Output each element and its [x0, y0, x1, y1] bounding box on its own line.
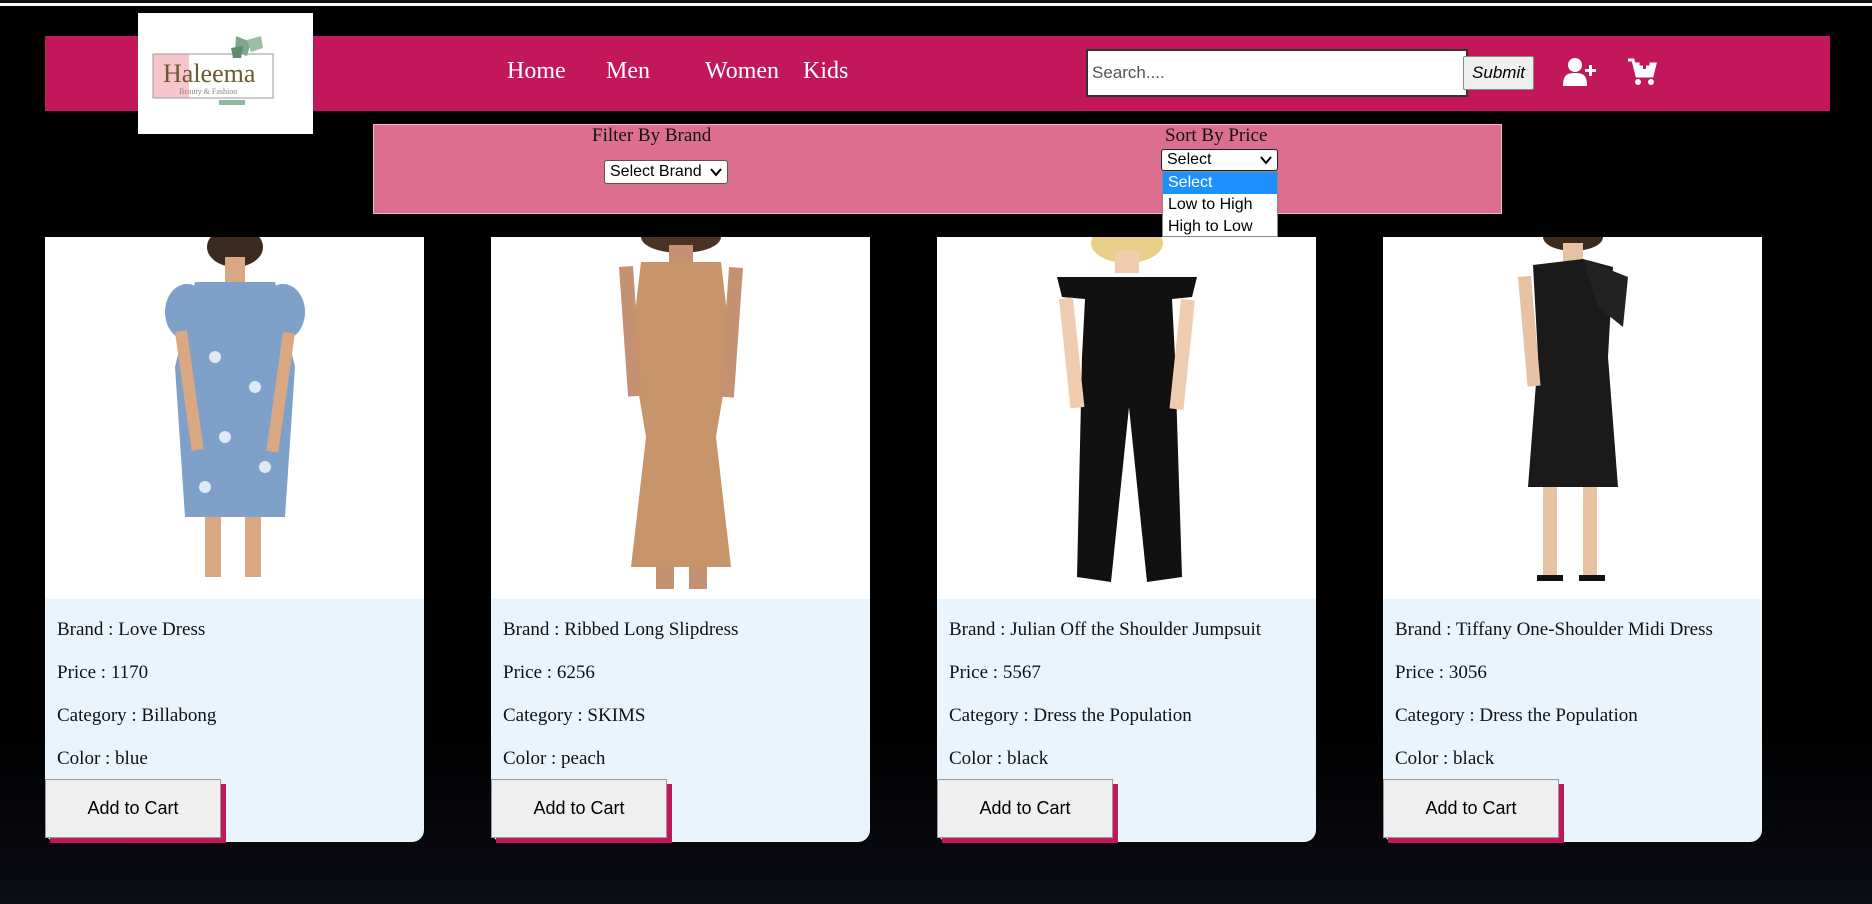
chevron-down-icon	[710, 168, 722, 177]
product-price: Price : 1170	[57, 662, 149, 683]
brand-select-value: Select Brand	[610, 163, 702, 180]
add-to-cart-button[interactable]: Add to Cart	[1383, 779, 1559, 838]
product-category: Category : SKIMS	[503, 705, 646, 726]
logo-icon: Haleema Beauty & Fashion	[152, 35, 273, 105]
price-select-value: Select	[1167, 151, 1212, 168]
add-user-icon[interactable]	[1563, 57, 1597, 87]
filter-brand-label: Filter By Brand	[592, 125, 712, 146]
price-option-low-to-high[interactable]: Low to High	[1163, 194, 1277, 216]
product-price: Price : 5567	[949, 662, 1041, 683]
product-price: Price : 3056	[1395, 662, 1487, 683]
price-select[interactable]: Select	[1161, 149, 1278, 171]
nav-women[interactable]: Women	[705, 58, 779, 85]
product-card: Brand : Love Dress Price : 1170 Category…	[45, 237, 424, 843]
price-option-high-to-low[interactable]: High to Low	[1163, 216, 1277, 238]
product-brand: Brand : Love Dress	[57, 619, 206, 640]
search-submit-button[interactable]: Submit	[1463, 56, 1534, 90]
product-card: Brand : Tiffany One-Shoulder Midi Dress …	[1383, 237, 1762, 843]
price-dropdown-menu: Select Low to High High to Low	[1162, 171, 1278, 237]
top-border	[0, 0, 1872, 6]
product-image[interactable]	[1383, 237, 1762, 599]
product-brand: Brand : Julian Off the Shoulder Jumpsuit	[949, 619, 1262, 640]
cart-icon[interactable]	[1627, 57, 1657, 87]
brand-select[interactable]: Select Brand	[604, 160, 728, 184]
product-brand: Brand : Tiffany One-Shoulder Midi Dress	[1395, 619, 1713, 640]
product-category: Category : Dress the Population	[1395, 705, 1638, 726]
price-option-select[interactable]: Select	[1163, 172, 1277, 194]
nav-men[interactable]: Men	[606, 58, 650, 85]
add-to-cart-button[interactable]: Add to Cart	[937, 779, 1113, 838]
brand-logo[interactable]: Haleema Beauty & Fashion	[138, 13, 313, 134]
add-to-cart-button[interactable]: Add to Cart	[491, 779, 667, 838]
product-category: Category : Dress the Population	[949, 705, 1192, 726]
product-price: Price : 6256	[503, 662, 595, 683]
product-card: Brand : Julian Off the Shoulder Jumpsuit…	[937, 237, 1316, 843]
sort-price-label: Sort By Price	[1165, 125, 1268, 146]
product-image[interactable]	[491, 237, 870, 599]
svg-text:Beauty & Fashion: Beauty & Fashion	[179, 87, 237, 96]
nav-home[interactable]: Home	[507, 58, 566, 85]
chevron-down-icon	[1260, 156, 1272, 165]
product-image[interactable]	[937, 237, 1316, 599]
filter-panel	[373, 124, 1502, 214]
product-card: Brand : Ribbed Long Slipdress Price : 62…	[491, 237, 870, 843]
search-input[interactable]	[1086, 49, 1468, 97]
product-brand: Brand : Ribbed Long Slipdress	[503, 619, 739, 640]
add-to-cart-button[interactable]: Add to Cart	[45, 779, 221, 838]
nav-kids[interactable]: Kids	[803, 58, 848, 85]
product-image[interactable]	[45, 237, 424, 599]
svg-text:Haleema: Haleema	[163, 59, 256, 88]
product-category: Category : Billabong	[57, 705, 217, 726]
